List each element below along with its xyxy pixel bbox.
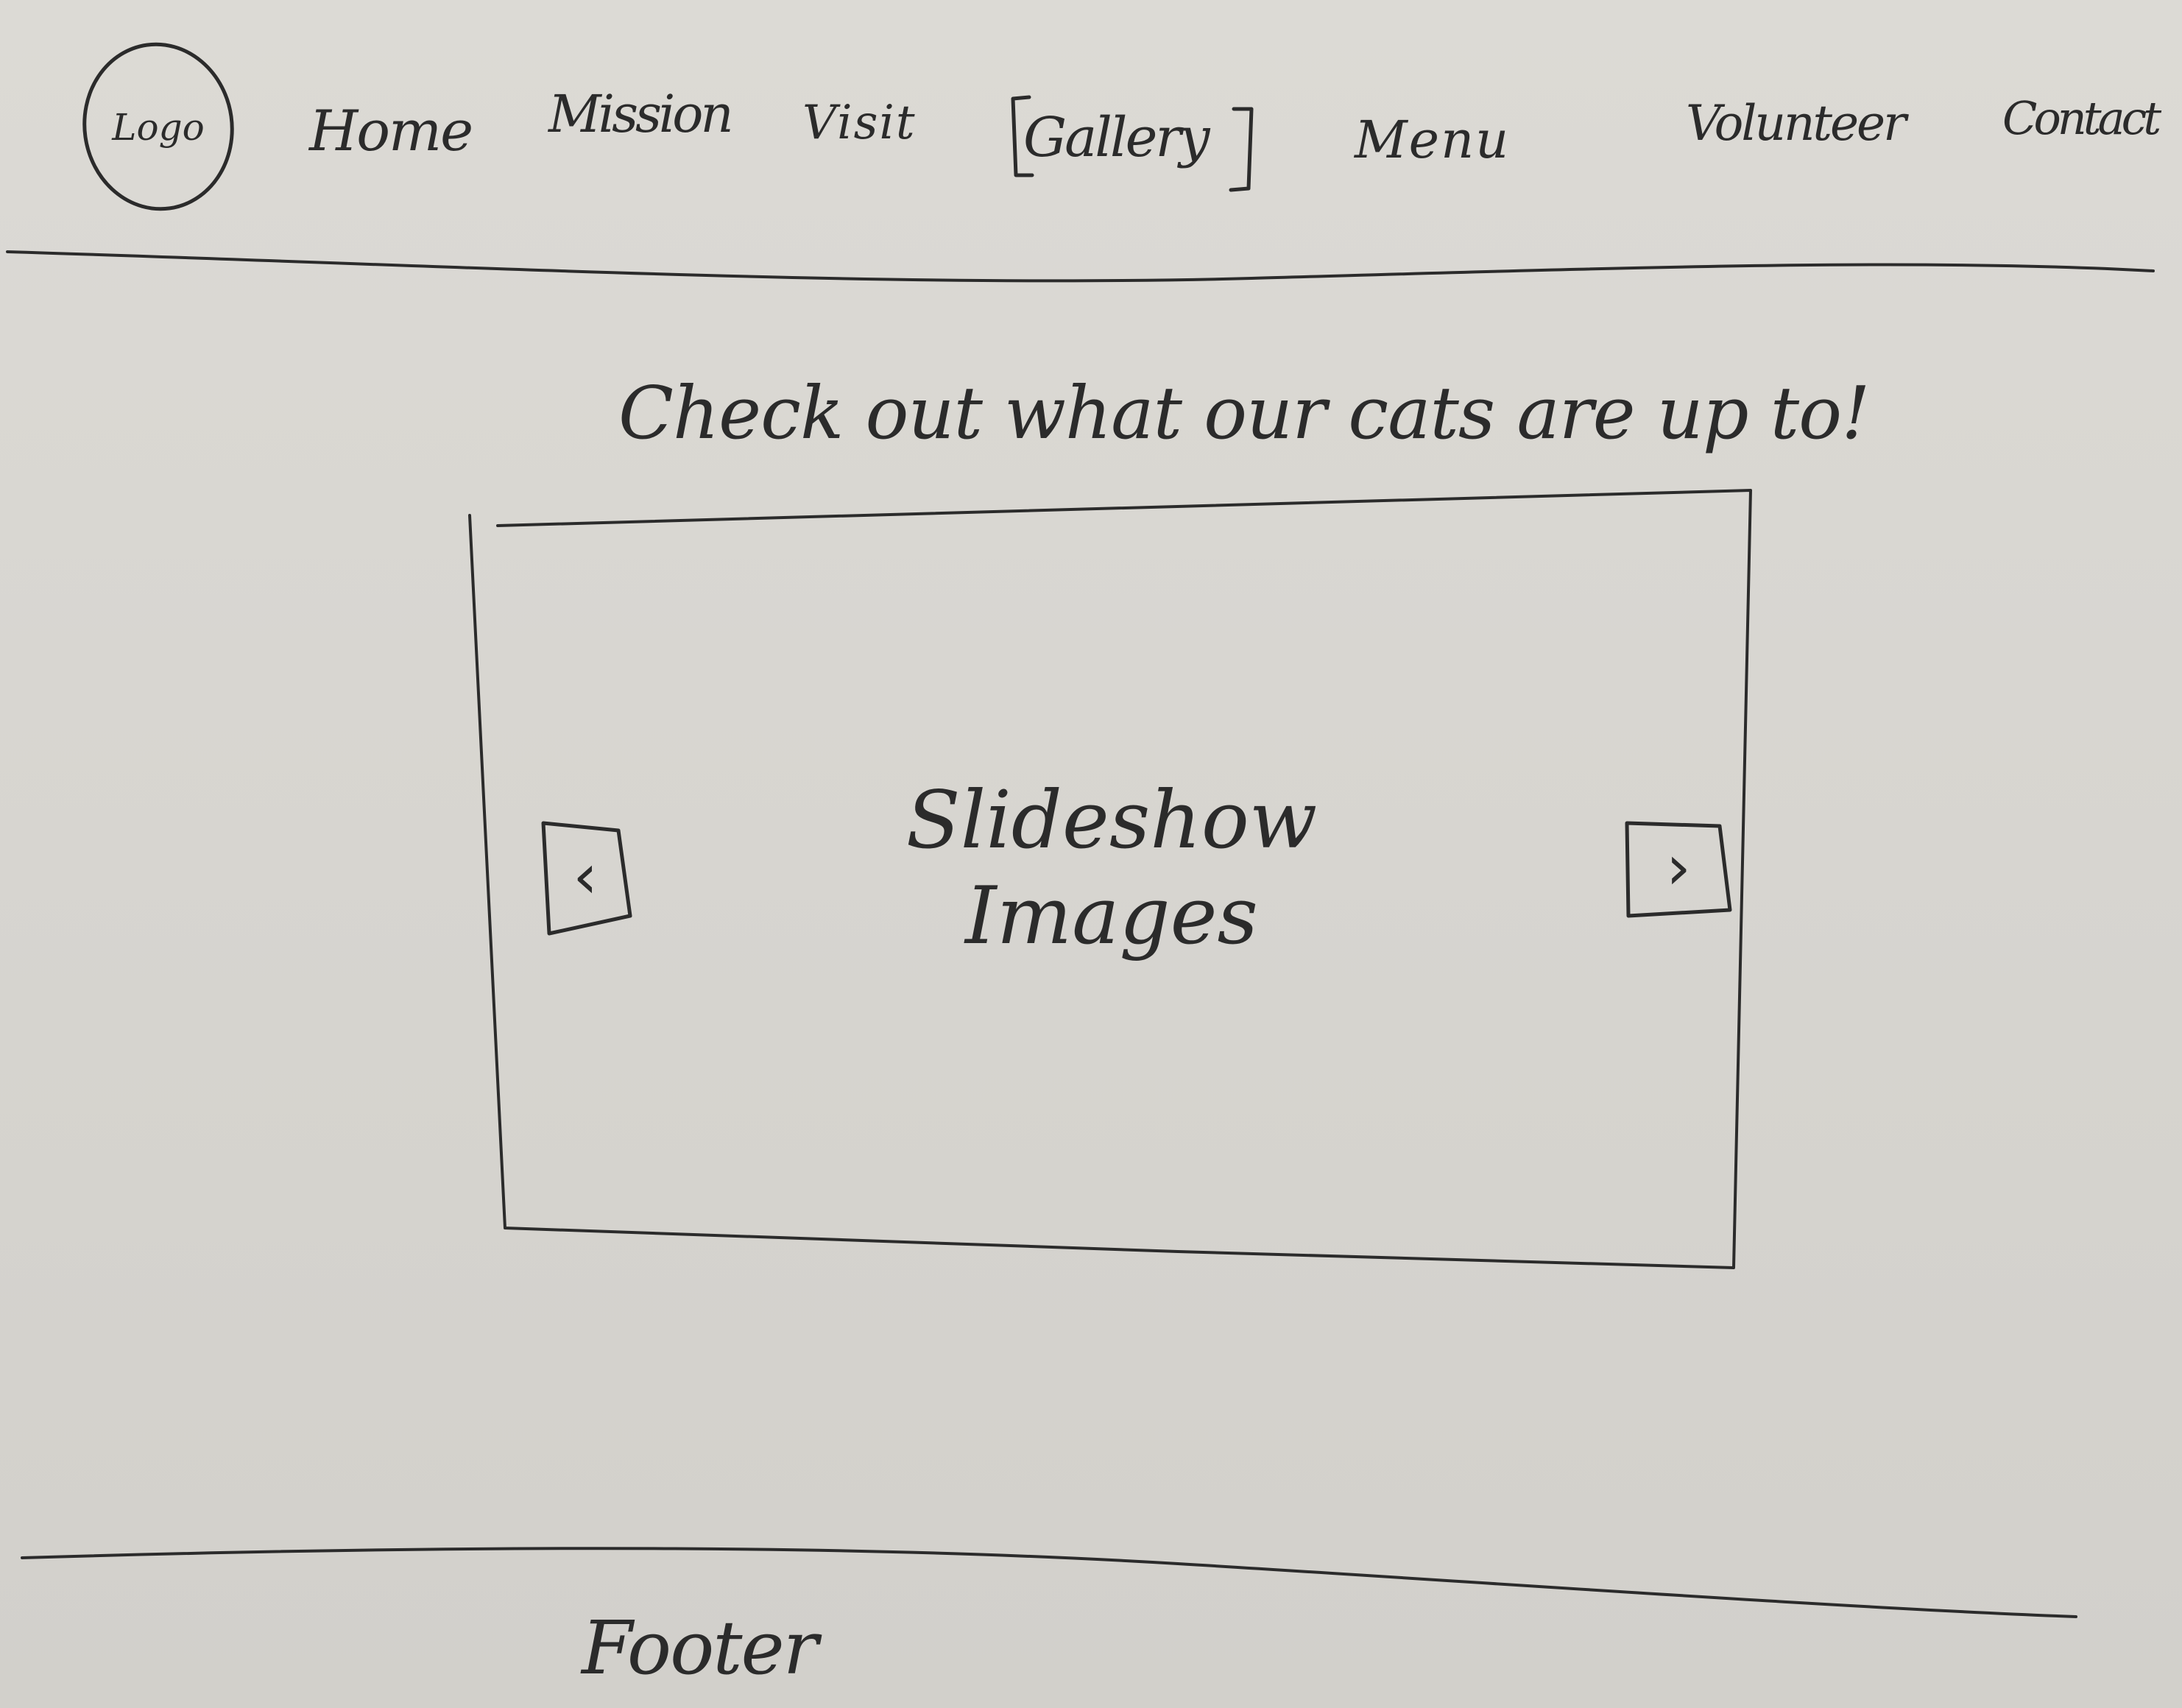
slideshow-next-button[interactable]: › [1627, 821, 1730, 913]
nav-item-home[interactable]: Home [309, 103, 473, 159]
logo-label: Logo [112, 105, 205, 149]
chevron-left-icon: ‹ [573, 840, 598, 912]
wireframe-page: Logo Home Mission Visit Gallery Menu Vol… [0, 0, 2182, 1708]
nav-item-volunteer[interactable]: Volunteer [1686, 99, 1907, 148]
nav-item-menu[interactable]: Menu [1355, 114, 1510, 166]
nav-item-mission[interactable]: Mission [548, 88, 734, 140]
chevron-right-icon: › [1666, 830, 1691, 903]
slideshow-label-line1: Slideshow [905, 774, 1318, 867]
logo[interactable]: Logo [81, 44, 236, 210]
slideshow-placeholder: Slideshow Images [780, 773, 1443, 964]
nav-item-contact[interactable]: Contact [2002, 96, 2161, 141]
footer-divider [21, 1547, 2077, 1618]
page-heading: Check out what our cats are up to! [618, 372, 1871, 456]
slideshow: Slideshow Images ‹ › [471, 493, 1752, 1266]
nav-item-gallery[interactable]: Gallery [1023, 110, 1210, 165]
slideshow-label-line2: Images [965, 869, 1258, 962]
site-footer: Footer [582, 1605, 818, 1691]
slideshow-prev-button[interactable]: ‹ [545, 825, 626, 928]
site-header: Logo Home Mission Visit Gallery Menu Vol… [0, 0, 2182, 265]
nav-item-visit[interactable]: Visit [802, 99, 917, 147]
